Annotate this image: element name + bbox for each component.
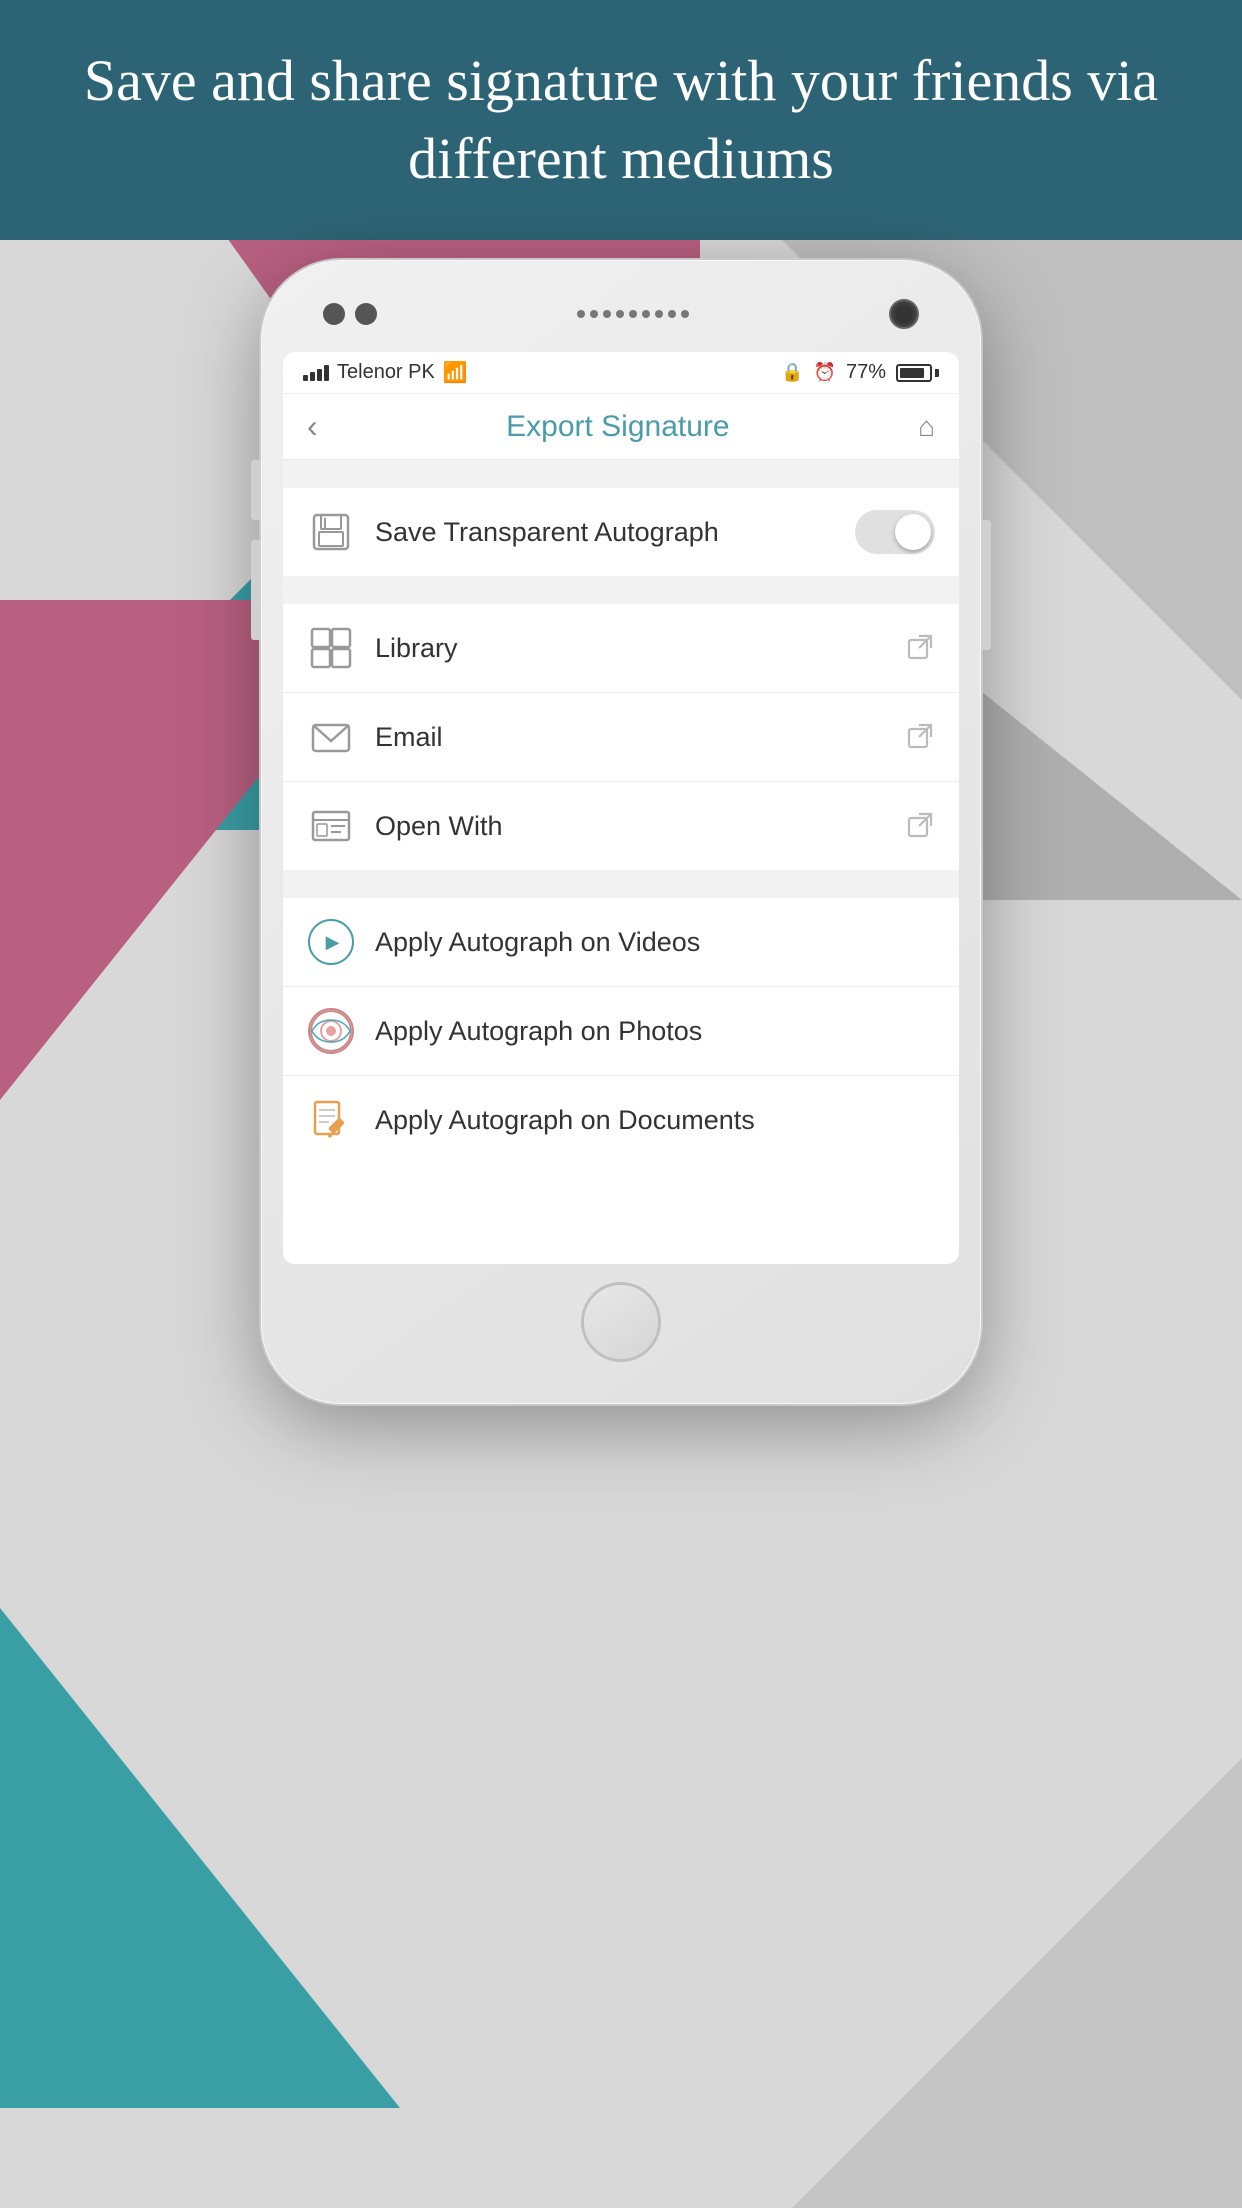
apply-documents-label: Apply Autograph on Documents bbox=[375, 1105, 935, 1136]
lock-icon: 🔒 bbox=[781, 362, 803, 383]
phone-bottom-bar bbox=[283, 1264, 959, 1376]
header-banner: Save and share signature with your frien… bbox=[0, 0, 1242, 240]
phone-top-bar bbox=[283, 288, 959, 340]
list-item[interactable]: Library bbox=[283, 604, 959, 693]
open-with-label: Open With bbox=[375, 811, 895, 842]
camera-area bbox=[323, 303, 377, 325]
speaker-hole bbox=[681, 310, 689, 318]
list-item[interactable]: Save Transparent Autograph bbox=[283, 488, 959, 576]
status-left: Telenor PK 📶 bbox=[303, 360, 468, 385]
apply-videos-label: Apply Autograph on Videos bbox=[375, 927, 935, 958]
battery-body bbox=[896, 364, 932, 382]
back-button[interactable]: ‹ bbox=[307, 408, 318, 445]
email-label: Email bbox=[375, 722, 895, 753]
email-icon bbox=[307, 713, 355, 761]
speaker-hole bbox=[629, 310, 637, 318]
volume-up-button bbox=[251, 460, 261, 520]
external-link-icon bbox=[907, 632, 935, 665]
battery-icon bbox=[896, 364, 939, 382]
section-gap-3 bbox=[283, 870, 959, 898]
speaker-hole bbox=[655, 310, 663, 318]
apply-photos-label: Apply Autograph on Photos bbox=[375, 1016, 935, 1047]
signal-bar-2 bbox=[310, 372, 315, 381]
phone-device: Telenor PK 📶 🔒 ⏰ 77% ‹ bbox=[261, 260, 981, 1404]
section-gap-2 bbox=[283, 576, 959, 604]
speaker-grille bbox=[577, 310, 689, 318]
status-bar: Telenor PK 📶 🔒 ⏰ 77% bbox=[283, 352, 959, 394]
volume-down-button bbox=[251, 540, 261, 640]
speaker-hole bbox=[616, 310, 624, 318]
signal-bars bbox=[303, 365, 329, 381]
speaker-hole bbox=[577, 310, 585, 318]
signal-bar-1 bbox=[303, 375, 308, 381]
carrier-name: Telenor PK bbox=[337, 361, 435, 384]
photo-icon bbox=[307, 1007, 355, 1055]
navigation-bar: ‹ Export Signature ⌂ bbox=[283, 394, 959, 460]
transparent-section: Save Transparent Autograph bbox=[283, 488, 959, 576]
library-label: Library bbox=[375, 633, 895, 664]
page-title: Export Signature bbox=[506, 410, 729, 444]
battery-tip bbox=[935, 369, 939, 377]
power-button bbox=[981, 520, 991, 650]
status-right: 🔒 ⏰ 77% bbox=[781, 361, 939, 384]
list-item[interactable]: Apply Autograph on Videos bbox=[283, 898, 959, 987]
list-item[interactable]: Apply Autograph on Photos bbox=[283, 987, 959, 1076]
home-button-nav[interactable]: ⌂ bbox=[918, 411, 935, 443]
list-item[interactable]: Open With bbox=[283, 782, 959, 870]
video-circle-icon bbox=[308, 919, 354, 965]
sensor-dot bbox=[323, 303, 345, 325]
list-item[interactable]: Email bbox=[283, 693, 959, 782]
battery-percent: 77% bbox=[846, 361, 886, 384]
speaker-hole bbox=[642, 310, 650, 318]
photo-circle-icon bbox=[308, 1008, 354, 1054]
external-link-icon bbox=[907, 721, 935, 754]
toggle-switch[interactable] bbox=[855, 510, 935, 554]
header-title: Save and share signature with your frien… bbox=[0, 42, 1242, 199]
share-section: Library bbox=[283, 604, 959, 870]
bg-gray-bottom-right bbox=[792, 1758, 1242, 2208]
signal-bar-3 bbox=[317, 369, 322, 381]
library-icon bbox=[307, 624, 355, 672]
battery-fill bbox=[900, 368, 924, 378]
home-physical-button[interactable] bbox=[581, 1282, 661, 1362]
document-icon bbox=[307, 1096, 355, 1144]
wifi-icon: 📶 bbox=[443, 360, 468, 385]
save-transparent-label: Save Transparent Autograph bbox=[375, 517, 843, 548]
speaker-hole bbox=[668, 310, 676, 318]
signal-bar-4 bbox=[324, 365, 329, 381]
content-area: Save Transparent Autograph bbox=[283, 460, 959, 1264]
bg-teal-bottom bbox=[0, 1608, 400, 2108]
speaker-dot-2 bbox=[355, 303, 377, 325]
phone-body: Telenor PK 📶 🔒 ⏰ 77% ‹ bbox=[261, 260, 981, 1404]
speaker-hole bbox=[603, 310, 611, 318]
alarm-icon: ⏰ bbox=[814, 362, 836, 383]
list-item[interactable]: Apply Autograph on Documents bbox=[283, 1076, 959, 1164]
section-gap-1 bbox=[283, 460, 959, 488]
save-icon bbox=[307, 508, 355, 556]
phone-screen: Telenor PK 📶 🔒 ⏰ 77% ‹ bbox=[283, 352, 959, 1264]
video-icon bbox=[307, 918, 355, 966]
front-camera bbox=[889, 299, 919, 329]
bottom-spacer bbox=[283, 1164, 959, 1264]
external-link-icon bbox=[907, 810, 935, 843]
toggle-knob bbox=[895, 514, 931, 550]
openwith-icon bbox=[307, 802, 355, 850]
apply-section: Apply Autograph on Videos bbox=[283, 898, 959, 1164]
document-edit-icon bbox=[308, 1097, 354, 1143]
speaker-hole bbox=[590, 310, 598, 318]
